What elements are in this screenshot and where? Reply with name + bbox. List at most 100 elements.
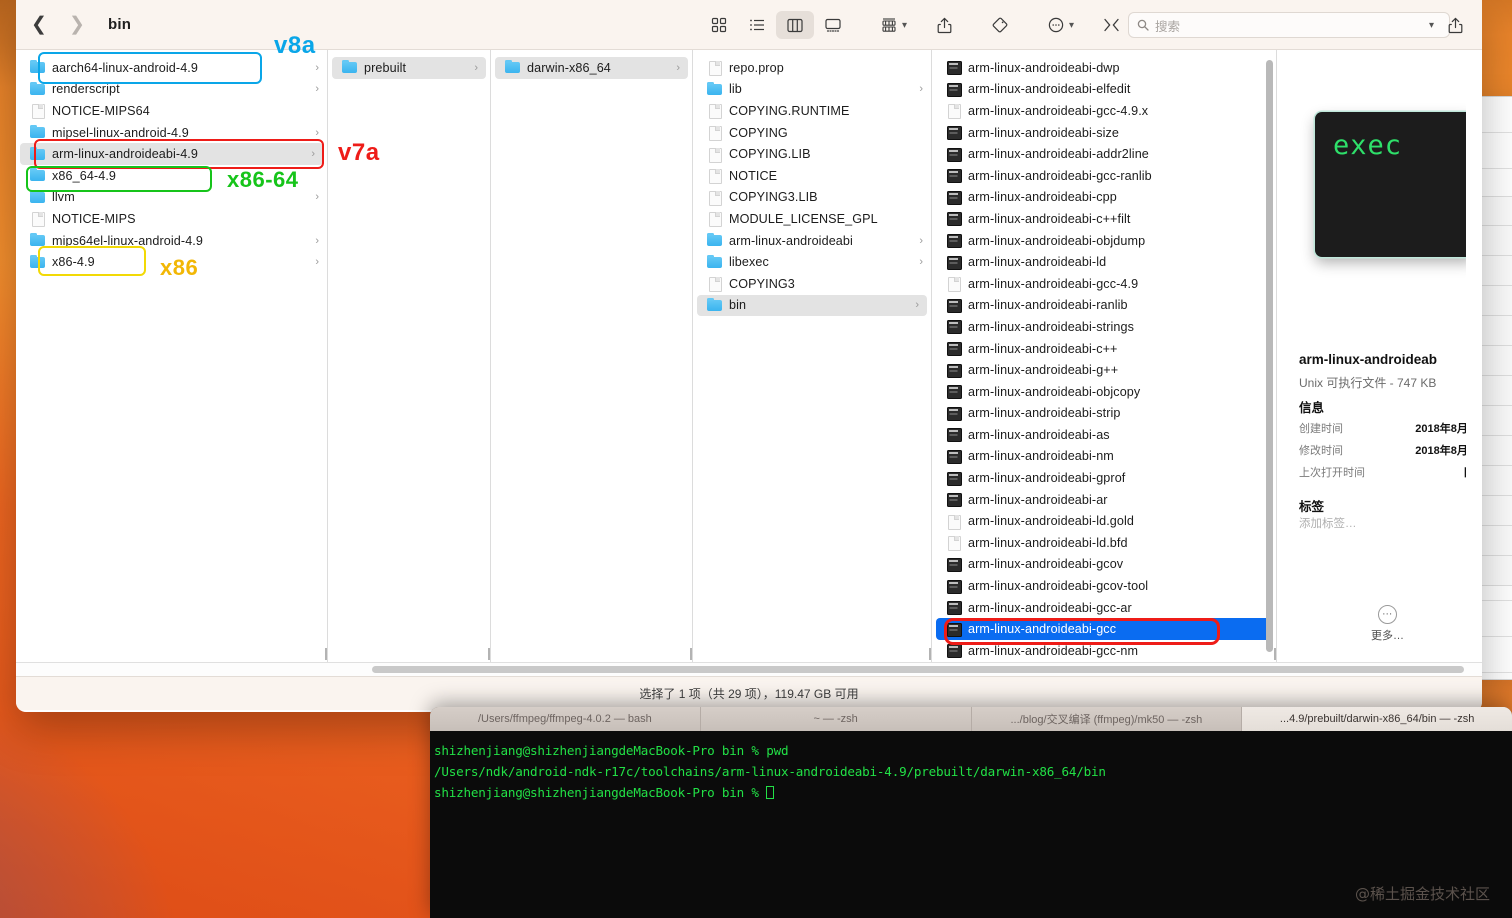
file-row[interactable]: mips64el-linux-android-4.9 › [16, 230, 327, 252]
terminal-tab-4[interactable]: ...4.9/prebuilt/darwin-x86_64/bin — -zsh [1242, 707, 1512, 731]
forward-button[interactable]: ❯ [66, 14, 88, 36]
finder-window[interactable]: ❮ ❯ bin ▾ ▾ 搜索 ▾ aarch64-linux-android-4… [16, 0, 1482, 712]
file-row[interactable]: NOTICE-MIPS [16, 208, 327, 230]
finder-column-1[interactable]: aarch64-linux-android-4.9 › renderscript › N… [16, 50, 328, 662]
file-row[interactable]: arm-linux-androideabi-ar [932, 489, 1276, 511]
back-button[interactable]: ❮ [28, 14, 50, 36]
file-row[interactable]: arm-linux-androideabi-as [932, 424, 1276, 446]
file-row[interactable]: aarch64-linux-android-4.9 › [16, 57, 327, 79]
file-row[interactable]: arm-linux-androideabi-c++ [932, 338, 1276, 360]
chevron-right-icon[interactable]: › [919, 83, 923, 95]
file-row[interactable]: mipsel-linux-android-4.9 › [16, 122, 327, 144]
file-row[interactable]: arm-linux-androideabi-gcc-4.9.x [932, 100, 1276, 122]
gallery-view-icon[interactable] [814, 11, 852, 39]
file-row[interactable]: llvm › [16, 187, 327, 209]
file-row[interactable]: arm-linux-androideabi-cpp [932, 187, 1276, 209]
file-row[interactable]: repo.prop [693, 57, 931, 79]
file-row[interactable]: COPYING.LIB [693, 143, 931, 165]
file-row[interactable]: arm-linux-androideabi-dwp [932, 57, 1276, 79]
file-row[interactable]: x86_64-4.9 [16, 165, 327, 187]
chevron-right-icon[interactable]: › [311, 148, 315, 160]
list-view-icon[interactable] [738, 11, 776, 39]
watermark: @稀土掘金技术社区 [1354, 885, 1490, 903]
chevron-right-icon[interactable]: › [315, 191, 319, 203]
chevron-right-icon[interactable]: › [315, 83, 319, 95]
share-icon[interactable] [925, 11, 963, 39]
file-row[interactable]: arm-linux-androideabi-ld [932, 251, 1276, 273]
file-row[interactable]: COPYING.RUNTIME [693, 100, 931, 122]
file-row[interactable]: lib › [693, 79, 931, 101]
file-row[interactable]: arm-linux-androideabi-elfedit [932, 79, 1276, 101]
finder-column-2[interactable]: prebuilt › [328, 50, 491, 662]
file-row[interactable]: NOTICE [693, 165, 931, 187]
chevron-down-icon-2[interactable]: ▾ [1069, 20, 1074, 31]
file-row[interactable]: arm-linux-androideabi-g++ [932, 359, 1276, 381]
column-resizer-4[interactable] [693, 648, 931, 660]
file-row[interactable]: arm-linux-androideabi-4.9 › [20, 143, 323, 165]
chevron-right-icon[interactable]: › [915, 299, 919, 311]
chevron-right-icon[interactable]: › [315, 235, 319, 247]
chevron-right-icon[interactable]: › [676, 62, 680, 74]
file-row[interactable]: arm-linux-androideabi-ranlib [932, 295, 1276, 317]
terminal-tab-3[interactable]: .../blog/交叉编译 (ffmpeg)/mk50 — -zsh [971, 707, 1243, 731]
finder-column-5[interactable]: arm-linux-androideabi-dwp arm-linux-andro… [932, 50, 1277, 662]
file-row[interactable]: arm-linux-androideabi-objdump [932, 230, 1276, 252]
chevron-down-icon-3[interactable]: ▾ [1429, 20, 1434, 31]
tag-icon[interactable] [981, 11, 1019, 39]
file-row[interactable]: arm-linux-androideabi-strip [932, 403, 1276, 425]
chevron-right-icon[interactable]: › [315, 62, 319, 74]
share-icon-right[interactable] [1436, 11, 1474, 39]
column-resizer-3[interactable] [491, 648, 692, 660]
terminal-window[interactable]: /Users/ffmpeg/ffmpeg-4.0.2 — bash ~ — -z… [430, 707, 1512, 918]
file-row[interactable]: renderscript › [16, 79, 327, 101]
file-row[interactable]: arm-linux-androideabi-gprof [932, 467, 1276, 489]
file-row[interactable]: arm-linux-androideabi-c++filt [932, 208, 1276, 230]
file-row[interactable]: MODULE_LICENSE_GPL [693, 208, 931, 230]
column-scrollbar[interactable] [1266, 60, 1273, 652]
chevron-right-icon[interactable]: › [474, 62, 478, 74]
file-row[interactable]: arm-linux-androideabi-gcc-ranlib [932, 165, 1276, 187]
file-row[interactable]: COPYING3.LIB [693, 187, 931, 209]
file-row[interactable]: prebuilt › [332, 57, 486, 79]
preview-add-tag-button[interactable]: 添加标签… [1299, 515, 1357, 531]
file-row[interactable]: COPYING [693, 122, 931, 144]
chevron-right-icon[interactable]: › [315, 127, 319, 139]
file-row[interactable]: arm-linux-androideabi-addr2line [932, 143, 1276, 165]
horizontal-scrollbar[interactable] [372, 666, 1464, 673]
column-resizer-2[interactable] [328, 648, 490, 660]
file-row[interactable]: arm-linux-androideabi-gcc [936, 618, 1272, 641]
search-input[interactable]: 搜索 [1128, 12, 1450, 38]
terminal-tab-1[interactable]: /Users/ffmpeg/ffmpeg-4.0.2 — bash [430, 707, 701, 731]
chevron-right-icon[interactable]: › [919, 256, 923, 268]
finder-column-4[interactable]: repo.prop lib › COPYING.RUNTIME COPYING COPYI… [693, 50, 932, 662]
chevron-right-icon[interactable]: › [315, 256, 319, 268]
file-row[interactable]: NOTICE-MIPS64 [16, 100, 327, 122]
file-row[interactable]: arm-linux-androideabi-nm [932, 446, 1276, 468]
file-row[interactable]: arm-linux-androideabi-gcov [932, 554, 1276, 576]
chevron-right-icon[interactable]: › [919, 235, 923, 247]
terminal-tab-2[interactable]: ~ — -zsh [700, 707, 972, 731]
preview-more-button[interactable]: ⋯ 更多… [1371, 605, 1404, 643]
file-row[interactable]: arm-linux-androideabi-size [932, 122, 1276, 144]
airdrop-icon[interactable] [1092, 11, 1130, 39]
grid-view-icon[interactable] [700, 11, 738, 39]
file-row[interactable]: arm-linux-androideabi-objcopy [932, 381, 1276, 403]
file-row[interactable]: x86-4.9 › [16, 251, 327, 273]
column-resizer-1[interactable] [16, 648, 327, 660]
file-row[interactable]: arm-linux-androideabi-gcc-4.9 [932, 273, 1276, 295]
file-row[interactable]: darwin-x86_64 › [495, 57, 688, 79]
file-row[interactable]: COPYING3 [693, 273, 931, 295]
file-row[interactable]: arm-linux-androideabi-strings [932, 316, 1276, 338]
finder-column-3[interactable]: darwin-x86_64 › [491, 50, 693, 662]
file-row[interactable]: arm-linux-androideabi-ld.bfd [932, 532, 1276, 554]
file-row[interactable]: arm-linux-androideabi › [693, 230, 931, 252]
column-resizer-5[interactable] [932, 648, 1276, 660]
chevron-down-icon[interactable]: ▾ [902, 20, 907, 31]
file-row[interactable]: libexec › [693, 251, 931, 273]
column-view-icon[interactable] [776, 11, 814, 39]
file-row[interactable]: arm-linux-androideabi-gcc-ar [932, 597, 1276, 619]
file-row[interactable]: arm-linux-androideabi-gcov-tool [932, 575, 1276, 597]
terminal-output[interactable]: shizhenjiang@shizhenjiangdeMacBook-Pro b… [430, 731, 1512, 803]
file-row[interactable]: arm-linux-androideabi-ld.gold [932, 510, 1276, 532]
file-row[interactable]: bin › [697, 294, 927, 317]
